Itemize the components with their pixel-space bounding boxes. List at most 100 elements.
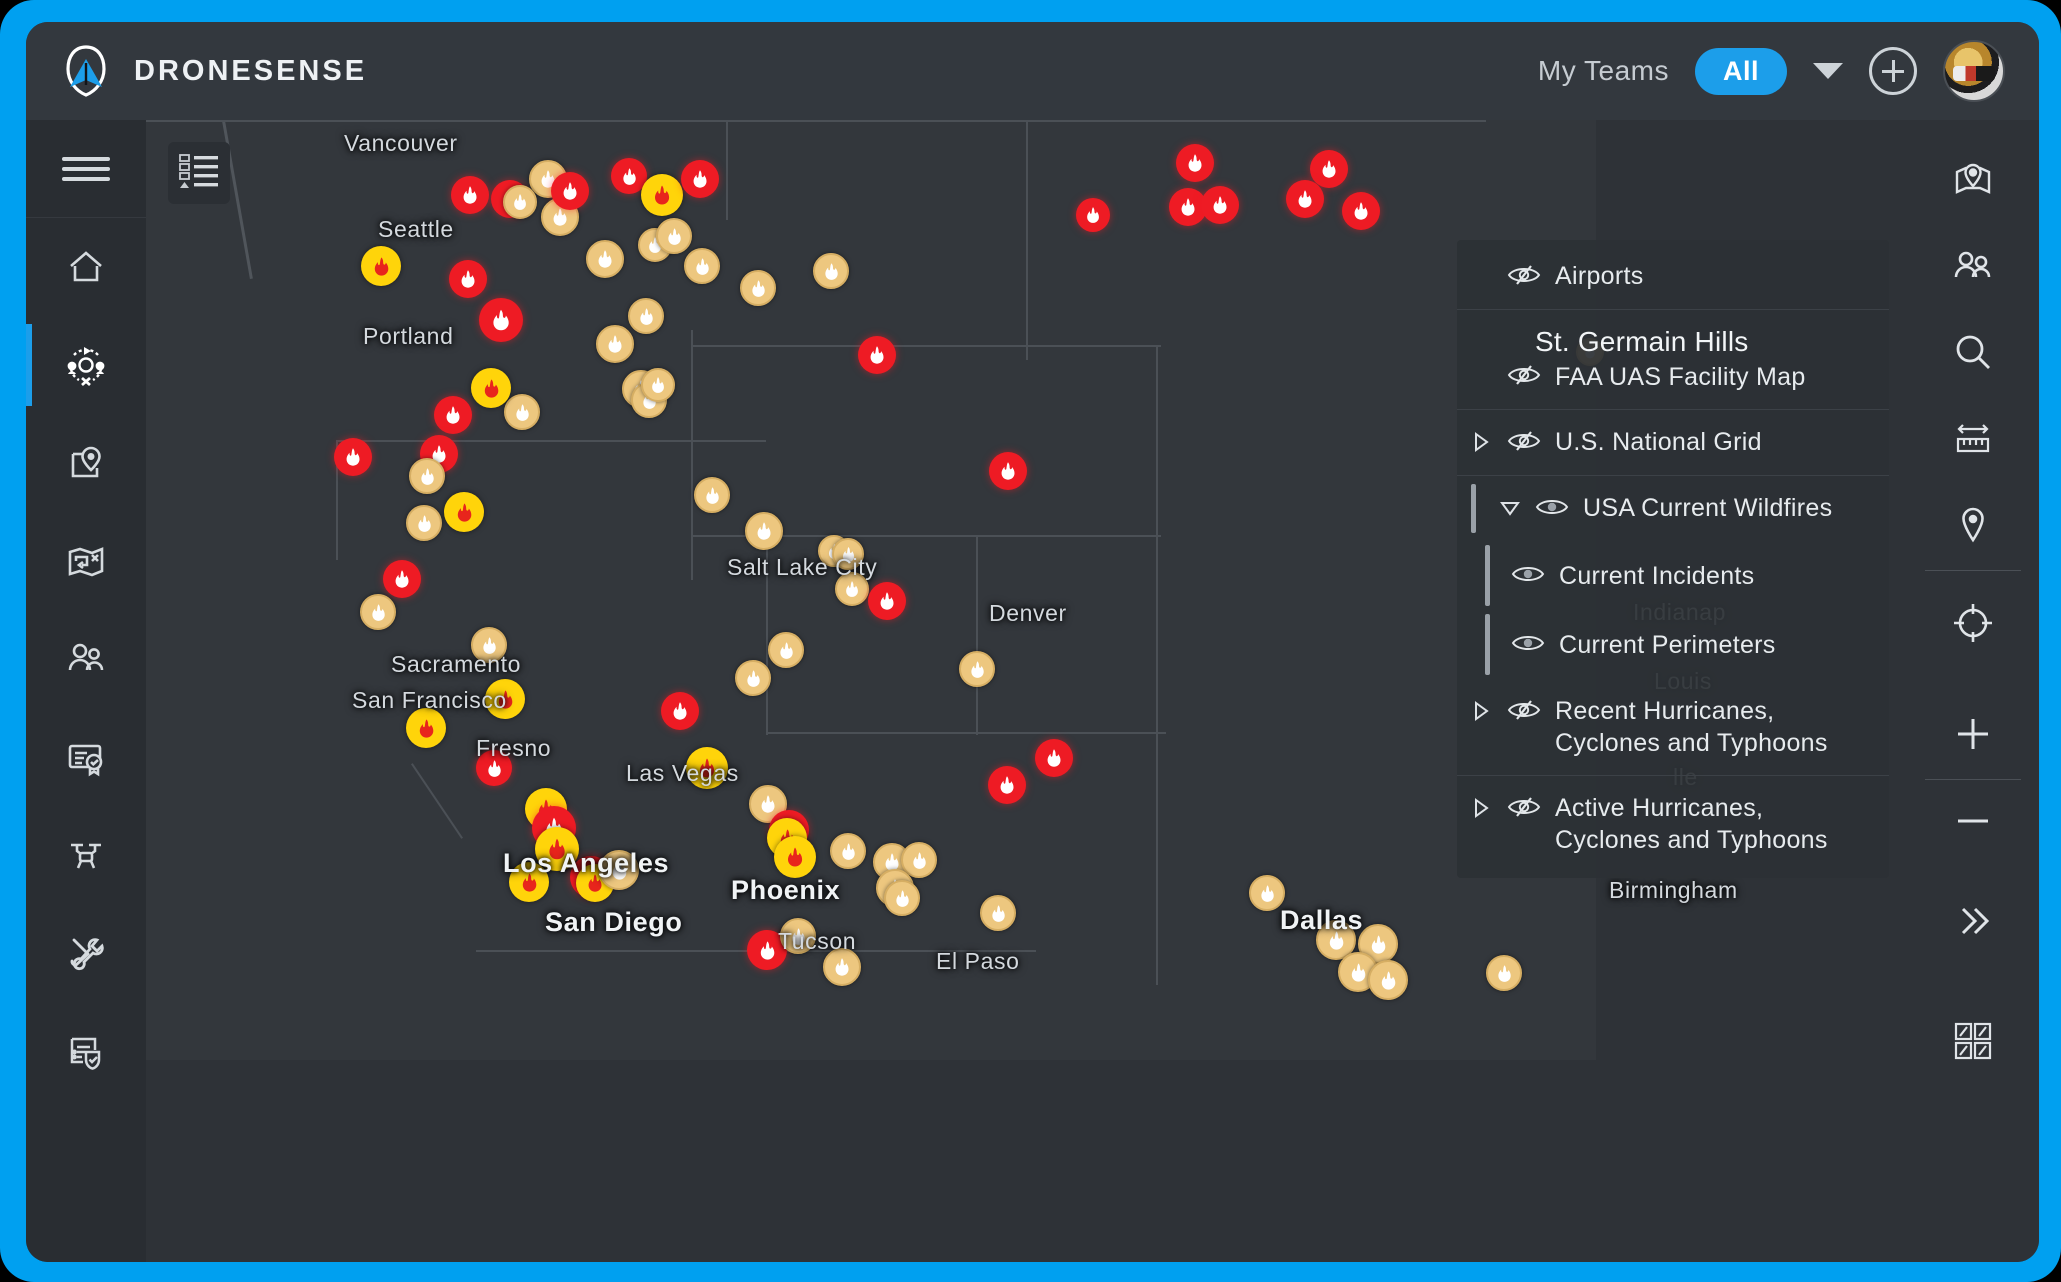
sidebar-item-home[interactable] bbox=[26, 218, 146, 316]
sidebar-item-operations[interactable] bbox=[26, 316, 146, 414]
layer-row-current-incidents[interactable]: Current Incidents bbox=[1457, 541, 1889, 610]
fire-marker-red[interactable] bbox=[989, 452, 1027, 490]
triangle-right-icon[interactable] bbox=[1471, 426, 1493, 458]
fire-marker-tan[interactable] bbox=[684, 248, 720, 284]
fire-marker-tan[interactable] bbox=[504, 394, 540, 430]
fire-marker-yellow[interactable] bbox=[361, 246, 401, 286]
fire-marker-tan[interactable] bbox=[360, 594, 396, 630]
sidebar-item-personnel[interactable] bbox=[26, 610, 146, 708]
fire-marker-tan[interactable] bbox=[980, 895, 1016, 931]
fire-marker-tan[interactable] bbox=[768, 632, 804, 668]
chevron-down-icon[interactable] bbox=[1813, 63, 1843, 79]
layer-row-recent-hurricanes[interactable]: Recent Hurricanes, Cyclones and Typhoons bbox=[1457, 679, 1889, 775]
fire-marker-yellow[interactable] bbox=[774, 836, 816, 878]
basemap-selector-button[interactable] bbox=[1925, 1000, 2021, 1086]
fire-marker-tan[interactable] bbox=[641, 368, 675, 402]
fire-marker-tan[interactable] bbox=[1486, 955, 1522, 991]
fire-marker-tan[interactable] bbox=[959, 651, 995, 687]
layer-row-airports[interactable]: Airports bbox=[1457, 244, 1889, 309]
eye-on-icon[interactable] bbox=[1535, 492, 1569, 525]
hamburger-menu-icon[interactable] bbox=[26, 120, 146, 218]
map-marker-tool-button[interactable] bbox=[1925, 140, 2021, 226]
eye-off-icon[interactable] bbox=[1507, 792, 1541, 825]
hamburger-line bbox=[62, 156, 110, 161]
layers-panel[interactable]: Airports St. Germain Hills FAA UAS Facil… bbox=[1457, 240, 1889, 878]
sidebar-item-compliance[interactable] bbox=[26, 1002, 146, 1100]
fire-marker-tan[interactable] bbox=[628, 298, 664, 334]
fire-marker-red[interactable] bbox=[868, 582, 906, 620]
fire-marker-red[interactable] bbox=[449, 260, 487, 298]
layer-row-usa-current-wildfires[interactable]: USA Current Wildfires bbox=[1457, 475, 1889, 541]
layer-row-active-hurricanes[interactable]: Active Hurricanes, Cyclones and Typhoons bbox=[1457, 775, 1889, 872]
map-border bbox=[1026, 120, 1028, 360]
fire-marker-red[interactable] bbox=[681, 160, 719, 198]
fire-marker-red[interactable] bbox=[551, 172, 589, 210]
eye-on-icon[interactable] bbox=[1511, 628, 1545, 661]
fire-marker-red[interactable] bbox=[334, 438, 372, 476]
layer-row-faa-uas[interactable]: St. Germain Hills FAA UAS Facility Map bbox=[1457, 309, 1889, 409]
fire-marker-red[interactable] bbox=[661, 692, 699, 730]
plus-circle-icon[interactable] bbox=[1869, 47, 1917, 95]
fire-marker-tan[interactable] bbox=[740, 270, 776, 306]
search-tool-button[interactable] bbox=[1925, 312, 2021, 398]
map-legend-button[interactable] bbox=[168, 142, 230, 204]
fire-marker-yellow[interactable] bbox=[471, 368, 511, 408]
fire-marker-red[interactable] bbox=[451, 176, 489, 214]
fire-marker-red[interactable] bbox=[1176, 144, 1214, 182]
fire-marker-red[interactable] bbox=[479, 298, 523, 342]
fire-marker-red[interactable] bbox=[858, 336, 896, 374]
eye-off-icon[interactable] bbox=[1507, 360, 1541, 393]
fire-marker-tan[interactable] bbox=[596, 325, 634, 363]
team-tool-button[interactable] bbox=[1925, 226, 2021, 312]
fire-marker-tan[interactable] bbox=[406, 505, 442, 541]
triangle-down-icon[interactable] bbox=[1499, 492, 1521, 524]
fire-marker-tan[interactable] bbox=[694, 477, 730, 513]
sidebar-item-locations[interactable] bbox=[26, 414, 146, 512]
fire-marker-red[interactable] bbox=[1076, 198, 1110, 232]
fire-marker-red[interactable] bbox=[1035, 739, 1073, 777]
eye-off-icon[interactable] bbox=[1507, 260, 1541, 293]
triangle-right-icon[interactable] bbox=[1471, 792, 1493, 824]
eye-off-icon[interactable] bbox=[1507, 695, 1541, 728]
fire-marker-tan[interactable] bbox=[813, 253, 849, 289]
fire-marker-red[interactable] bbox=[383, 560, 421, 598]
fire-marker-tan[interactable] bbox=[503, 185, 537, 219]
fire-marker-yellow[interactable] bbox=[406, 708, 446, 748]
fire-marker-red[interactable] bbox=[1201, 186, 1239, 224]
fire-marker-tan[interactable] bbox=[586, 240, 624, 278]
eye-on-icon[interactable] bbox=[1511, 559, 1545, 592]
flame-icon bbox=[417, 466, 438, 487]
fire-marker-tan[interactable] bbox=[1368, 960, 1408, 1000]
fire-marker-yellow[interactable] bbox=[444, 492, 484, 532]
eye-off-icon[interactable] bbox=[1507, 426, 1541, 459]
layer-label-usa-current-wildfires: USA Current Wildfires bbox=[1583, 494, 1833, 522]
fire-marker-tan[interactable] bbox=[735, 660, 771, 696]
map-canvas[interactable]: Vancouver Seattle Portland Salt Lake City De… bbox=[146, 120, 2039, 1262]
fire-marker-red[interactable] bbox=[1286, 180, 1324, 218]
fire-marker-tan[interactable] bbox=[830, 833, 866, 869]
zoom-out-button[interactable] bbox=[1925, 780, 2021, 866]
fire-marker-red[interactable] bbox=[988, 766, 1026, 804]
collapse-panel-button[interactable] bbox=[1925, 880, 2021, 966]
fire-marker-tan[interactable] bbox=[884, 880, 920, 916]
fire-marker-yellow[interactable] bbox=[641, 174, 683, 216]
brand-logo[interactable]: DRONESENSE bbox=[58, 43, 367, 99]
layer-row-current-perimeters[interactable]: Current Perimeters bbox=[1457, 610, 1889, 679]
triangle-right-icon[interactable] bbox=[1471, 695, 1493, 727]
fire-marker-tan[interactable] bbox=[656, 218, 692, 254]
user-avatar[interactable] bbox=[1943, 40, 2005, 102]
place-marker-tool-button[interactable] bbox=[1925, 484, 2021, 570]
fire-marker-red[interactable] bbox=[1342, 192, 1380, 230]
team-filter-pill[interactable]: All bbox=[1694, 47, 1787, 95]
sidebar-item-maintenance[interactable] bbox=[26, 904, 146, 1002]
measure-tool-button[interactable] bbox=[1925, 398, 2021, 484]
fire-marker-tan[interactable] bbox=[745, 512, 783, 550]
recenter-tool-button[interactable] bbox=[1925, 582, 2021, 668]
sidebar-item-aircraft[interactable] bbox=[26, 806, 146, 904]
fire-marker-red[interactable] bbox=[434, 396, 472, 434]
layer-row-us-national-grid[interactable]: U.S. National Grid bbox=[1457, 409, 1889, 475]
sidebar-item-missions[interactable] bbox=[26, 512, 146, 610]
sidebar-item-credentials[interactable] bbox=[26, 708, 146, 806]
zoom-in-button[interactable] bbox=[1925, 694, 2021, 780]
fire-marker-tan[interactable] bbox=[409, 458, 445, 494]
